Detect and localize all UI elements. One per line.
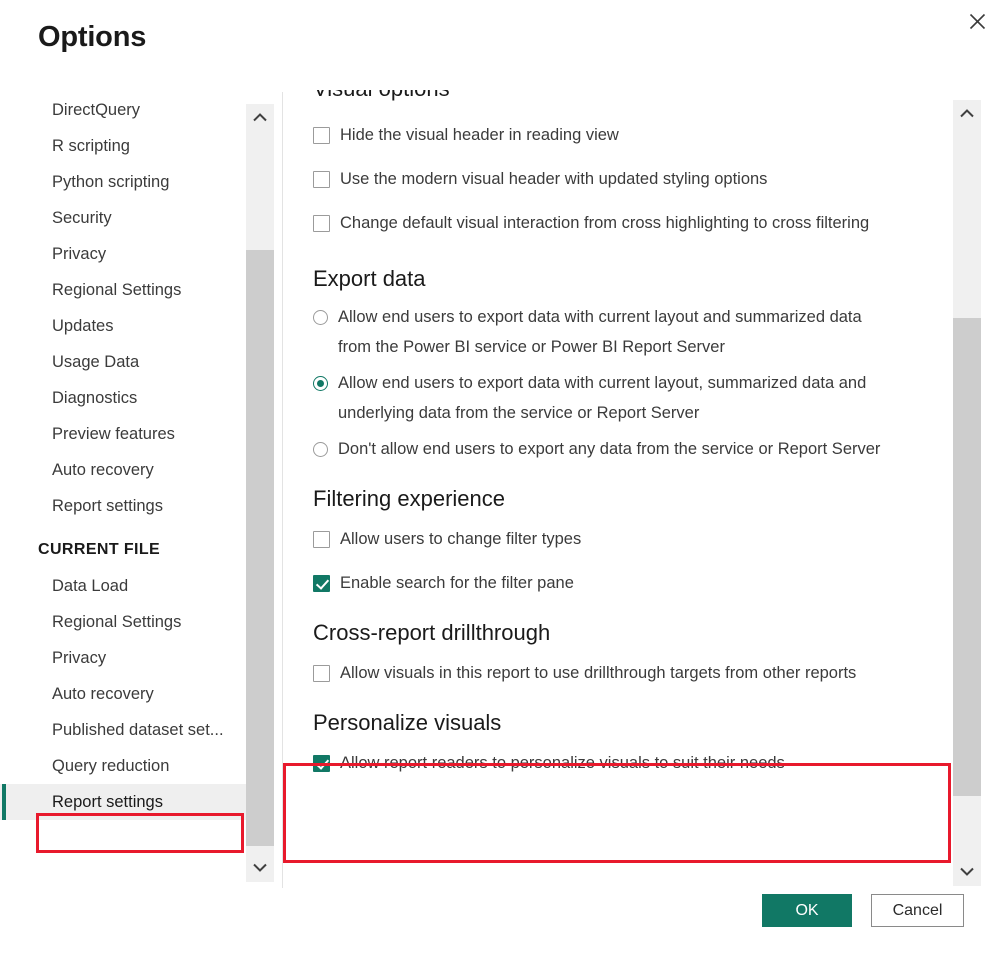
sidebar-item-label: Usage Data: [52, 353, 139, 371]
sidebar-item-published-dataset-settings[interactable]: Published dataset set...: [0, 712, 248, 748]
sidebar-item-directquery[interactable]: DirectQuery: [0, 92, 248, 128]
sidebar-item-query-reduction[interactable]: Query reduction: [0, 748, 248, 784]
sidebar-item-data-load[interactable]: Data Load: [0, 568, 248, 604]
sidebar-item-report-settings-global[interactable]: Report settings: [0, 488, 248, 524]
sidebar-item-label: Query reduction: [52, 757, 169, 775]
ok-button[interactable]: OK: [762, 894, 852, 927]
sidebar-item-python-scripting[interactable]: Python scripting: [0, 164, 248, 200]
checkbox-enable-filter-search[interactable]: [313, 575, 330, 592]
content-scrollbar[interactable]: [953, 100, 981, 886]
checkbox-label: Allow report readers to personalize visu…: [340, 748, 785, 778]
chevron-down-icon: [253, 859, 267, 877]
checkbox-change-filter-types[interactable]: [313, 531, 330, 548]
sidebar-item-label: Privacy: [52, 649, 106, 667]
sidebar-item-regional-settings[interactable]: Regional Settings: [0, 272, 248, 308]
close-button[interactable]: [956, 4, 998, 38]
checkbox-row-drillthrough-targets[interactable]: Allow visuals in this report to use dril…: [313, 658, 923, 688]
sidebar-item-label: Preview features: [52, 425, 175, 443]
checkbox-label: Allow visuals in this report to use dril…: [340, 658, 856, 688]
radio-label: Allow end users to export data with curr…: [338, 368, 883, 428]
sidebar-item-label: Updates: [52, 317, 113, 335]
checkbox-label: Change default visual interaction from c…: [340, 208, 869, 238]
page-title: Options: [38, 21, 146, 54]
checkbox-row-modern-visual-header[interactable]: Use the modern visual header with update…: [313, 164, 923, 194]
sidebar-item-auto-recovery-file[interactable]: Auto recovery: [0, 676, 248, 712]
sidebar-item-auto-recovery[interactable]: Auto recovery: [0, 452, 248, 488]
sidebar-item-label: Auto recovery: [52, 461, 154, 479]
section-heading-export-data: Export data: [313, 262, 923, 296]
sidebar-item-label: Diagnostics: [52, 389, 137, 407]
sidebar-item-label: R scripting: [52, 137, 130, 155]
section-heading-filtering-experience: Filtering experience: [313, 482, 923, 516]
options-content-pane: Visual options Hide the visual header in…: [283, 90, 953, 888]
radio-export-summarized[interactable]: [313, 310, 328, 325]
sidebar-item-privacy[interactable]: Privacy: [0, 236, 248, 272]
sidebar-item-label: Report settings: [52, 793, 163, 811]
radio-label: Allow end users to export data with curr…: [338, 302, 883, 362]
options-dialog: Options DirectQuery R scripting Python s…: [0, 0, 1002, 959]
checkbox-label: Enable search for the filter pane: [340, 568, 574, 598]
content-scrollbar-thumb[interactable]: [953, 318, 981, 796]
content-scroll-down-button[interactable]: [953, 858, 981, 886]
sidebar-item-label: DirectQuery: [52, 101, 140, 119]
radio-label: Don't allow end users to export any data…: [338, 434, 880, 464]
checkbox-drillthrough-targets[interactable]: [313, 665, 330, 682]
radio-row-export-underlying[interactable]: Allow end users to export data with curr…: [313, 368, 923, 428]
checkbox-label: Use the modern visual header with update…: [340, 164, 767, 194]
checkbox-hide-visual-header[interactable]: [313, 127, 330, 144]
sidebar-item-label: Auto recovery: [52, 685, 154, 703]
options-nav-pane: DirectQuery R scripting Python scripting…: [0, 92, 248, 890]
radio-row-export-summarized[interactable]: Allow end users to export data with curr…: [313, 302, 923, 362]
checkbox-label: Hide the visual header in reading view: [340, 120, 619, 150]
radio-group-export-data: Allow end users to export data with curr…: [313, 302, 923, 464]
checkbox-label: Allow users to change filter types: [340, 524, 581, 554]
checkbox-row-enable-filter-search[interactable]: Enable search for the filter pane: [313, 568, 923, 598]
sidebar-item-report-settings[interactable]: Report settings: [0, 784, 248, 820]
sidebar-item-usage-data[interactable]: Usage Data: [0, 344, 248, 380]
cancel-button[interactable]: Cancel: [871, 894, 964, 927]
sidebar-item-privacy-file[interactable]: Privacy: [0, 640, 248, 676]
sidebar-scroll-up-button[interactable]: [246, 104, 274, 132]
sidebar-item-r-scripting[interactable]: R scripting: [0, 128, 248, 164]
checkbox-change-default-interaction[interactable]: [313, 215, 330, 232]
checkbox-modern-visual-header[interactable]: [313, 171, 330, 188]
sidebar-item-label: Data Load: [52, 577, 128, 595]
sidebar-item-label: Regional Settings: [52, 613, 181, 631]
radio-export-none[interactable]: [313, 442, 328, 457]
sidebar-item-preview-features[interactable]: Preview features: [0, 416, 248, 452]
sidebar-item-security[interactable]: Security: [0, 200, 248, 236]
sidebar-item-label: Privacy: [52, 245, 106, 263]
radio-export-underlying[interactable]: [313, 376, 328, 391]
sidebar-item-label: Published dataset set...: [52, 721, 224, 739]
section-heading-visual-options: Visual options: [313, 90, 923, 106]
sidebar-item-regional-settings-file[interactable]: Regional Settings: [0, 604, 248, 640]
sidebar-scroll-down-button[interactable]: [246, 854, 274, 882]
section-heading-cross-report-drillthrough: Cross-report drillthrough: [313, 616, 923, 650]
sidebar-item-label: Regional Settings: [52, 281, 181, 299]
radio-row-export-none[interactable]: Don't allow end users to export any data…: [313, 434, 923, 464]
sidebar-scrollbar[interactable]: [246, 104, 274, 882]
content-scroll-up-button[interactable]: [953, 100, 981, 128]
sidebar-item-label: Python scripting: [52, 173, 169, 191]
chevron-down-icon: [960, 863, 974, 881]
close-icon: [969, 13, 986, 30]
checkbox-row-hide-visual-header[interactable]: Hide the visual header in reading view: [313, 120, 923, 150]
sidebar-item-updates[interactable]: Updates: [0, 308, 248, 344]
chevron-up-icon: [253, 109, 267, 127]
checkbox-row-personalize-visuals[interactable]: Allow report readers to personalize visu…: [313, 748, 923, 778]
sidebar-item-label: Security: [52, 209, 112, 227]
section-heading-personalize-visuals: Personalize visuals: [313, 706, 923, 740]
sidebar-item-label: Report settings: [52, 497, 163, 515]
chevron-up-icon: [960, 105, 974, 123]
sidebar-scrollbar-thumb[interactable]: [246, 250, 274, 846]
checkbox-personalize-visuals[interactable]: [313, 755, 330, 772]
checkbox-row-change-default-interaction[interactable]: Change default visual interaction from c…: [313, 208, 923, 238]
sidebar-item-diagnostics[interactable]: Diagnostics: [0, 380, 248, 416]
checkbox-row-change-filter-types[interactable]: Allow users to change filter types: [313, 524, 923, 554]
sidebar-section-current-file: CURRENT FILE: [0, 524, 248, 568]
